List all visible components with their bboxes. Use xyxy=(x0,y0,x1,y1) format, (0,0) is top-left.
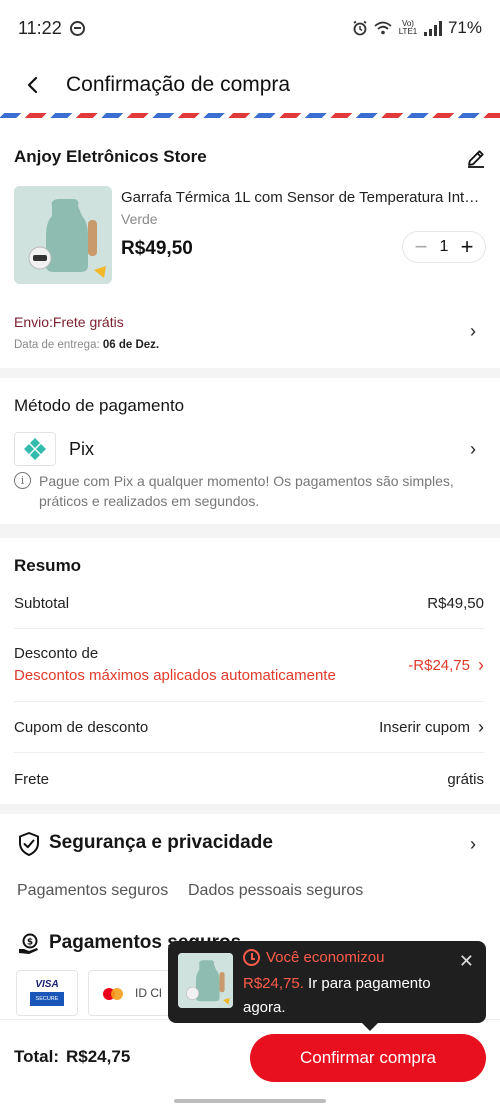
mastercard-icon xyxy=(103,988,125,1000)
security-title: Segurança e privacidade xyxy=(49,832,273,853)
battery-level: 71% xyxy=(447,18,482,37)
shipping-fee-value: grátis xyxy=(447,771,484,788)
toast-product-image xyxy=(178,953,233,1008)
clock-icon xyxy=(243,949,260,966)
shipping-label: Envio:Frete grátis xyxy=(14,314,124,330)
alarm-icon xyxy=(353,20,367,36)
chevron-right-icon[interactable]: › xyxy=(470,834,476,855)
toast-body: R$24,75. Ir para pagamento agora. xyxy=(243,972,443,1020)
mastercard-id-check-logo: ID Check xyxy=(88,970,170,1016)
visa-mark: VISA SECURE xyxy=(30,979,64,1009)
savings-toast[interactable]: Você economizou R$24,75. Ir para pagamen… xyxy=(168,941,486,1031)
store-name: Anjoy Eletrônicos Store xyxy=(14,147,207,166)
delivery-date-value: 06 de Dez. xyxy=(102,339,160,351)
wifi-icon xyxy=(374,21,392,35)
divider xyxy=(14,701,484,702)
toast-heading: Você economizou xyxy=(266,949,385,966)
shield-check-icon xyxy=(19,832,39,856)
bottom-bar: Total: R$24,75 Confirmar compra xyxy=(0,1019,500,1111)
shipping-row[interactable]: Envio:Frete grátis Data de entrega: 06 d… xyxy=(0,306,500,360)
svg-text:$: $ xyxy=(27,938,33,948)
toast-saved-amount: R$24,75. xyxy=(243,975,304,992)
payment-method-title: Método de pagamento xyxy=(14,396,185,415)
airmail-divider xyxy=(0,113,500,118)
chevron-right-icon: › xyxy=(478,655,484,675)
shipping-fee-label: Frete xyxy=(14,771,50,788)
secure-payment-icon: $ xyxy=(19,933,38,954)
divider xyxy=(14,752,484,753)
total-value: R$24,75 xyxy=(66,1047,131,1066)
pix-logo xyxy=(24,438,46,460)
delivery-date: Data de entrega: 06 de Dez. xyxy=(14,339,159,351)
signal-icon xyxy=(423,20,442,36)
chevron-right-icon[interactable]: › xyxy=(470,439,476,460)
summary-title: Resumo xyxy=(14,556,82,575)
pix-note: Pague com Pix a qualquer momento! Os pag… xyxy=(39,473,454,509)
coupon-row[interactable]: Cupom de desconto Inserir cupom › xyxy=(14,717,484,737)
secure-personal-data-item: Dados pessoais seguros xyxy=(188,882,364,899)
insert-coupon-button[interactable]: Inserir cupom xyxy=(379,719,470,736)
thermos-image xyxy=(14,186,112,284)
payment-method-pix[interactable]: Pix xyxy=(69,439,94,460)
shipping-fee-row: Frete grátis xyxy=(14,771,484,788)
product-price: R$49,50 xyxy=(121,238,193,259)
subtotal-label: Subtotal xyxy=(14,595,70,612)
visa-text: VISA xyxy=(35,979,59,990)
visa-secure-text: SECURE xyxy=(30,992,64,1006)
decrease-quantity-button[interactable]: − xyxy=(411,236,431,258)
discount-row[interactable]: Desconto de Descontos máximos aplicados … xyxy=(14,645,484,687)
increase-quantity-button[interactable]: + xyxy=(457,236,477,258)
page-title: Confirmação de compra xyxy=(66,73,291,96)
coupon-label: Cupom de desconto xyxy=(14,719,149,736)
divider xyxy=(14,628,484,629)
subtotal-row: Subtotal R$49,50 xyxy=(14,595,484,612)
status-right: Vo) LTE1 71% xyxy=(352,18,482,38)
network-type: Vo) LTE1 xyxy=(398,19,418,36)
section-gap xyxy=(0,804,500,814)
subtotal-value: R$49,50 xyxy=(427,595,484,612)
status-bar: 11:22 Vo) LTE1 71% xyxy=(0,0,500,56)
delivery-date-label: Data de entrega: xyxy=(14,339,103,351)
info-icon: i xyxy=(14,472,31,489)
section-gap xyxy=(0,368,500,378)
thermos-image xyxy=(178,953,233,1008)
quantity-value: 1 xyxy=(439,238,449,255)
product-name[interactable]: Garrafa Térmica 1L com Sensor de Tempera… xyxy=(121,189,483,206)
close-icon[interactable]: ✕ xyxy=(459,951,474,972)
chevron-right-icon: › xyxy=(478,717,484,737)
status-time: 11:22 xyxy=(18,17,62,38)
quantity-stepper: − 1 + xyxy=(402,231,486,263)
total-label: Total: xyxy=(14,1047,60,1066)
product-image[interactable] xyxy=(14,186,112,284)
confirm-purchase-button[interactable]: Confirmar compra xyxy=(250,1034,486,1082)
home-indicator[interactable] xyxy=(174,1099,326,1103)
back-arrow-icon xyxy=(27,76,38,94)
discount-value: -R$24,75 xyxy=(408,657,470,674)
do-not-disturb-icon xyxy=(69,20,85,36)
section-gap xyxy=(0,524,500,538)
app-header: Confirmação de compra xyxy=(0,56,500,114)
pix-icon xyxy=(14,432,56,466)
secure-payments-item: Pagamentos seguros xyxy=(17,882,169,899)
edit-icon[interactable] xyxy=(464,146,488,170)
chevron-right-icon: › xyxy=(470,321,476,341)
product-variant: Verde xyxy=(121,211,158,227)
back-button[interactable] xyxy=(0,56,66,114)
id-check-text: ID Check xyxy=(135,986,161,1000)
status-left: 11:22 xyxy=(18,18,85,39)
visa-secure-logo: VISA SECURE xyxy=(16,970,78,1016)
